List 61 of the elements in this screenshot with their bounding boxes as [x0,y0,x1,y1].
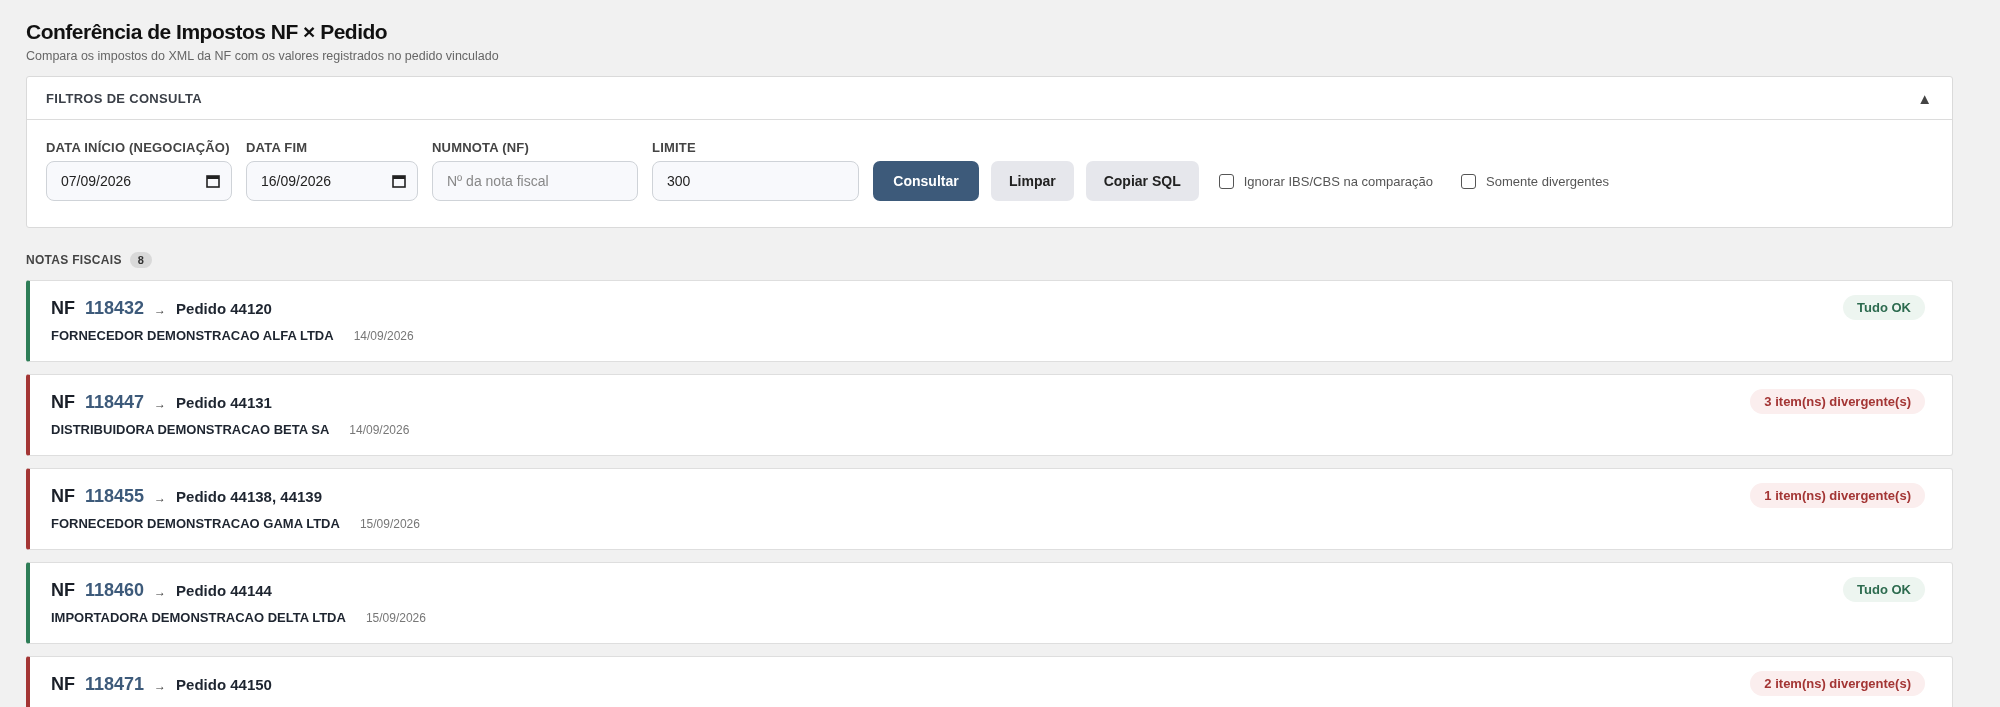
invoice-card[interactable]: NF 118471 → Pedido 44150 2 item(ns) divergente(s) [26,656,1953,707]
arrow-icon: → [154,397,167,411]
page-subtitle: Compara os impostos do XML da NF com os valores registrados no pedido vinculado [26,49,499,63]
arrow-icon: → [154,491,167,505]
invoice-number: 118432 [85,298,145,319]
collapse-toggle[interactable]: ▲ [1917,89,1932,107]
arrow-icon: → [154,585,167,599]
invoice-date: 14/09/2026 [353,329,414,343]
invoice-prefix: NF [51,486,75,507]
order-reference: Pedido 44144 [176,582,272,599]
date-field[interactable]: 07/09/2026 [46,161,232,201]
invoice-prefix: NF [51,298,75,319]
input-field[interactable]: 300 [652,161,859,201]
invoice-number: 118455 [85,486,145,507]
order-reference: Pedido 44138, 44139 [176,488,322,505]
calendar-icon[interactable] [206,174,220,188]
input-field[interactable]: Nº da nota fiscal [432,161,638,201]
count-badge: 8 [129,252,152,268]
search-button[interactable]: Consultar [873,161,979,201]
status-badge: Tudo OK [1843,295,1925,320]
section-title: NOTAS FISCAIS [26,253,122,267]
order-reference: Pedido 44150 [176,676,272,693]
checkbox[interactable] [1461,173,1477,189]
checkbox-option[interactable]: Somente divergentes [1461,173,1609,189]
invoice-date: 15/09/2026 [365,611,426,625]
field-label: NUMNOTA (NF) [432,140,530,155]
invoice-date: 15/09/2026 [359,517,420,531]
panel-title: FILTROS DE CONSULTA [46,90,202,106]
invoice-prefix: NF [51,674,75,695]
supplier-name: IMPORTADORA DEMONSTRACAO DELTA LTDA [51,610,346,625]
arrow-icon: → [154,303,167,317]
order-reference: Pedido 44131 [176,394,272,411]
status-badge: Tudo OK [1843,577,1925,602]
order-reference: Pedido 44120 [176,300,272,317]
checkbox-label: Somente divergentes [1486,173,1609,189]
field-label: DATA FIM [246,140,309,155]
invoice-card[interactable]: NF 118455 → Pedido 44138, 44139 FORNECEDOR DEMONSTRACAO GAMA LTDA 15/09/2026 1 item(ns) divergente(s) [26,468,1953,550]
invoice-card[interactable]: NF 118432 → Pedido 44120 FORNECEDOR DEMONSTRACAO ALFA LTDA 14/09/2026 Tudo OK [26,280,1953,362]
arrow-icon: → [154,679,167,693]
status-badge: 3 item(ns) divergente(s) [1750,389,1925,414]
invoice-prefix: NF [51,392,75,413]
checkbox[interactable] [1218,173,1234,189]
invoice-number: 118460 [85,580,145,601]
supplier-name: FORNECEDOR DEMONSTRACAO ALFA LTDA [51,328,334,343]
action-button[interactable]: Copiar SQL [1085,161,1199,201]
date-field[interactable]: 16/09/2026 [246,161,418,201]
status-badge: 1 item(ns) divergente(s) [1750,483,1925,508]
status-badge: 2 item(ns) divergente(s) [1750,671,1925,696]
page-title: Conferência de Impostos NF × Pedido [26,20,389,44]
supplier-name: DISTRIBUIDORA DEMONSTRACAO BETA SA [51,422,330,437]
field-label: LIMITE [652,140,697,155]
field-label: DATA INÍCIO (NEGOCIAÇÃO) [46,140,231,155]
invoice-date: 14/09/2026 [349,423,410,437]
calendar-icon[interactable] [392,174,406,188]
invoice-number: 118447 [85,392,145,413]
action-button[interactable]: Limpar [991,161,1074,201]
invoice-number: 118471 [85,674,145,695]
invoice-prefix: NF [51,580,75,601]
invoice-card[interactable]: NF 118460 → Pedido 44144 IMPORTADORA DEMONSTRACAO DELTA LTDA 15/09/2026 Tudo OK [26,562,1953,644]
supplier-name: FORNECEDOR DEMONSTRACAO GAMA LTDA [51,516,340,531]
invoice-card[interactable]: NF 118447 → Pedido 44131 DISTRIBUIDORA DEMONSTRACAO BETA SA 14/09/2026 3 item(ns) divergente(s) [26,374,1953,456]
